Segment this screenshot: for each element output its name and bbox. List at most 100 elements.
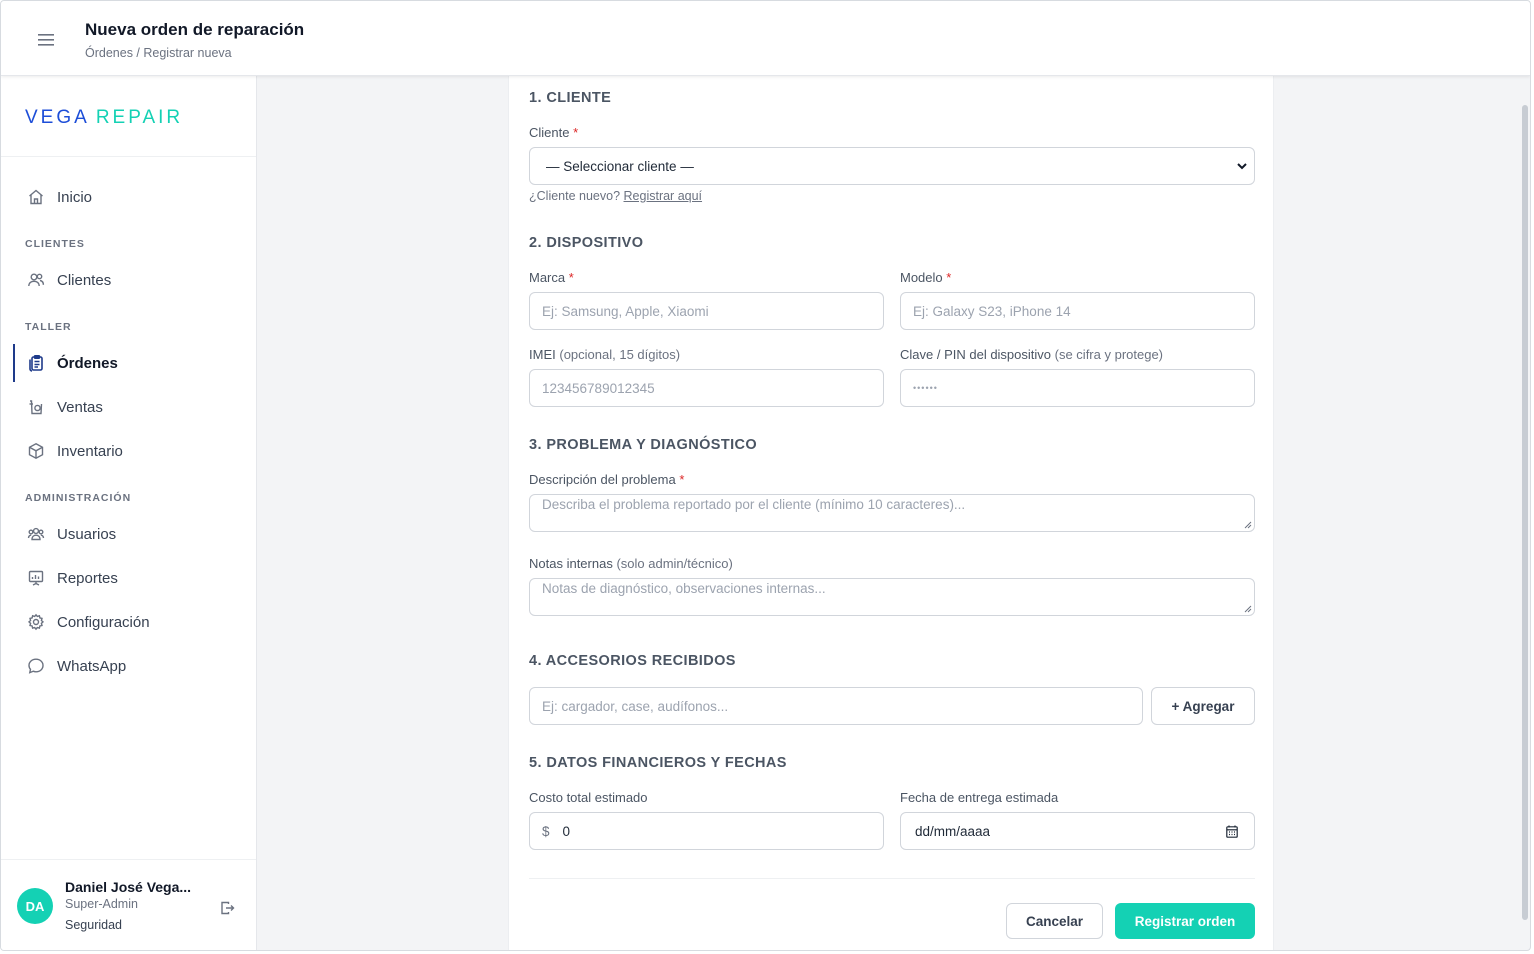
resize-handle-icon[interactable] xyxy=(1244,605,1252,613)
section-clientes: CLIENTES xyxy=(25,238,85,250)
sidebar-item-label: WhatsApp xyxy=(57,657,127,675)
sidebar: VEGA REPAIR Inicio CLIENTES Clientes TAL… xyxy=(1,76,257,950)
app-window: Nueva orden de reparación Órdenes / Regi… xyxy=(0,0,1531,951)
sidebar-item-label: Inventario xyxy=(57,442,123,460)
imei-label-text: IMEI xyxy=(529,347,556,362)
logo-text-repair: REPAIR xyxy=(95,107,184,128)
section-title-dispositivo: 2. DISPOSITIVO xyxy=(529,235,644,251)
sidebar-item-reportes[interactable]: Reportes xyxy=(13,559,245,597)
section-taller: TALLER xyxy=(25,321,72,333)
model-label-text: Modelo xyxy=(900,270,943,285)
description-textarea[interactable]: Describa el problema reportado por el cl… xyxy=(529,494,1255,532)
date-value: dd/mm/aaaa xyxy=(915,823,991,839)
sidebar-item-inventario[interactable]: Inventario xyxy=(13,432,245,470)
sidebar-item-ordenes[interactable]: Órdenes xyxy=(13,344,245,382)
form-divider xyxy=(529,878,1255,879)
hamburger-icon[interactable] xyxy=(31,27,61,53)
pin-hint: (se cifra y protege) xyxy=(1054,347,1164,362)
breadcrumb: Órdenes / Registrar nueva xyxy=(85,46,232,60)
section-title-cliente: 1. CLIENTE xyxy=(529,90,612,106)
clipboard-icon xyxy=(26,353,46,373)
chat-bubble-icon xyxy=(26,656,46,676)
sidebar-item-whatsapp[interactable]: WhatsApp xyxy=(13,647,245,685)
top-header: Nueva orden de reparación Órdenes / Regi… xyxy=(1,1,1530,76)
sidebar-item-clientes[interactable]: Clientes xyxy=(13,261,245,299)
calendar-icon[interactable] xyxy=(1226,825,1238,841)
client-label-text: Cliente xyxy=(529,125,570,140)
chart-board-icon xyxy=(26,568,46,588)
sidebar-item-label: Clientes xyxy=(57,271,112,289)
add-accessory-button[interactable]: + Agregar xyxy=(1151,687,1255,725)
order-form-card: 1. CLIENTE Cliente * — Seleccionar clien… xyxy=(508,76,1274,950)
section-title-accesorios: 4. ACCESORIOS RECIBIDOS xyxy=(529,653,736,669)
section-administracion: ADMINISTRACIÓN xyxy=(25,492,132,504)
model-input[interactable]: Ej: Galaxy S23, iPhone 14 xyxy=(900,292,1255,330)
shopping-bag-icon xyxy=(26,397,46,417)
user-name: Daniel José Vega... xyxy=(65,879,192,895)
sidebar-item-configuracion[interactable]: Configuración xyxy=(13,603,245,641)
avatar[interactable]: DA xyxy=(17,888,53,924)
brand-label-text: Marca xyxy=(529,270,566,285)
users-icon xyxy=(26,270,46,290)
register-client-link[interactable]: Registrar aquí xyxy=(624,189,703,203)
gear-icon xyxy=(26,612,46,632)
description-label: Descripción del problema * xyxy=(529,472,684,487)
cost-input[interactable]: $ 0 xyxy=(529,812,884,850)
description-placeholder: Describa el problema reportado por el cl… xyxy=(542,497,966,512)
imei-label: IMEI (opcional, 15 dígitos) xyxy=(529,347,680,362)
sidebar-item-inicio[interactable]: Inicio xyxy=(13,178,245,216)
brand-label: Marca * xyxy=(529,270,574,285)
sidebar-item-ventas[interactable]: Ventas xyxy=(13,388,245,426)
new-client-help: ¿Cliente nuevo? Registrar aquí xyxy=(529,189,702,203)
brand-logo[interactable]: VEGA REPAIR xyxy=(25,107,183,129)
box-icon xyxy=(26,441,46,461)
imei-input[interactable]: 123456789012345 xyxy=(529,369,884,407)
resize-handle-icon[interactable] xyxy=(1244,521,1252,529)
client-select[interactable]: — Seleccionar cliente — xyxy=(529,147,1255,185)
scrollbar[interactable] xyxy=(1522,105,1528,920)
required-mark: * xyxy=(568,270,574,285)
team-icon xyxy=(26,524,46,544)
required-mark: * xyxy=(946,270,952,285)
description-label-text: Descripción del problema xyxy=(529,472,676,487)
delivery-date-label: Fecha de entrega estimada xyxy=(900,790,1059,805)
pin-label: Clave / PIN del dispositivo (se cifra y … xyxy=(900,347,1163,362)
delivery-date-input[interactable]: dd/mm/aaaa xyxy=(900,812,1255,850)
required-mark: * xyxy=(573,125,579,140)
sidebar-item-label: Reportes xyxy=(57,569,118,587)
sidebar-item-usuarios[interactable]: Usuarios xyxy=(13,515,245,553)
user-role: Super-Admin xyxy=(65,897,138,911)
notes-textarea[interactable]: Notas de diagnóstico, observaciones inte… xyxy=(529,578,1255,616)
notes-placeholder: Notas de diagnóstico, observaciones inte… xyxy=(542,581,826,596)
notes-label-text: Notas internas xyxy=(529,556,613,571)
submit-order-button[interactable]: Registrar orden xyxy=(1115,903,1255,939)
sidebar-divider xyxy=(1,156,256,157)
section-title-problema: 3. PROBLEMA Y DIAGNÓSTICO xyxy=(529,437,758,453)
sidebar-item-label: Usuarios xyxy=(57,525,117,543)
sidebar-item-label: Configuración xyxy=(57,613,150,631)
model-label: Modelo * xyxy=(900,270,951,285)
brand-input[interactable]: Ej: Samsung, Apple, Xiaomi xyxy=(529,292,884,330)
pin-input[interactable]: •••••• xyxy=(900,369,1255,407)
accessory-input[interactable]: Ej: cargador, case, audífonos... xyxy=(529,687,1143,725)
sidebar-item-label: Órdenes xyxy=(57,354,118,372)
sidebar-item-label: Ventas xyxy=(57,398,103,416)
imei-hint: (opcional, 15 dígitos) xyxy=(559,347,681,362)
logout-icon[interactable] xyxy=(217,898,237,918)
user-department: Seguridad xyxy=(65,918,122,932)
cost-value: 0 xyxy=(562,823,571,839)
currency-symbol: $ xyxy=(542,823,550,839)
sidebar-item-label: Inicio xyxy=(57,188,93,206)
client-label: Cliente * xyxy=(529,125,578,140)
notes-hint: (solo admin/técnico) xyxy=(616,556,733,571)
pin-label-text: Clave / PIN del dispositivo xyxy=(900,347,1052,362)
required-mark: * xyxy=(679,472,685,487)
client-select-value: — Seleccionar cliente — xyxy=(546,158,694,174)
notes-label: Notas internas (solo admin/técnico) xyxy=(529,556,733,571)
section-title-financieros: 5. DATOS FINANCIEROS Y FECHAS xyxy=(529,755,787,771)
cost-label: Costo total estimado xyxy=(529,790,648,805)
home-icon xyxy=(26,187,46,207)
page-title: Nueva orden de reparación xyxy=(85,20,305,39)
new-client-text: ¿Cliente nuevo? xyxy=(529,189,621,203)
cancel-button[interactable]: Cancelar xyxy=(1006,903,1103,939)
